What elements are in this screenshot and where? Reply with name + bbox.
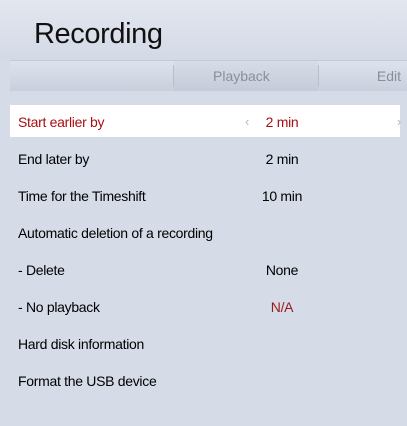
setting-hard-disk-information[interactable]: Hard disk information [10,327,400,359]
tab-edit-label: Edit [376,68,401,84]
setting-label: Time for the Timeshift [18,188,146,204]
setting-automatic-deletion[interactable]: Automatic deletion of a recording [10,216,400,248]
tab-bar: Playback Edit [10,60,407,91]
setting-label: Automatic deletion of a recording [18,225,213,241]
setting-no-playback[interactable]: - No playback N/A [10,290,400,322]
settings-list: Start earlier by ‹ 2 min › End later by … [10,105,407,426]
menu-header: Recording [0,0,407,60]
setting-value: 2 min [265,151,299,167]
setting-label: Start earlier by [18,114,105,130]
setting-label: Format the USB device [18,373,157,389]
setting-format-usb-device[interactable]: Format the USB device [10,364,400,396]
setting-value: 2 min [265,114,299,130]
tab-edit[interactable]: Edit [319,61,407,91]
setting-label: End later by [18,151,90,167]
tab-recording-slot [10,61,173,91]
setting-value: None [265,262,299,278]
setting-value: N/A [270,299,294,315]
tab-playback-label: Playback [213,68,270,84]
setting-label: - Delete [18,262,65,278]
page-title: Recording [34,18,163,50]
setting-label: Hard disk information [18,336,144,352]
tab-playback[interactable]: Playback [174,61,318,91]
chevron-right-icon[interactable]: › [397,114,401,129]
setting-value: 10 min [261,188,303,204]
setting-label: - No playback [18,299,100,315]
setting-start-earlier-by[interactable]: Start earlier by ‹ 2 min › [10,105,401,137]
setting-end-later-by[interactable]: End later by 2 min [10,142,400,174]
setting-delete[interactable]: - Delete None [10,253,400,285]
setting-timeshift-time[interactable]: Time for the Timeshift 10 min [10,179,400,211]
